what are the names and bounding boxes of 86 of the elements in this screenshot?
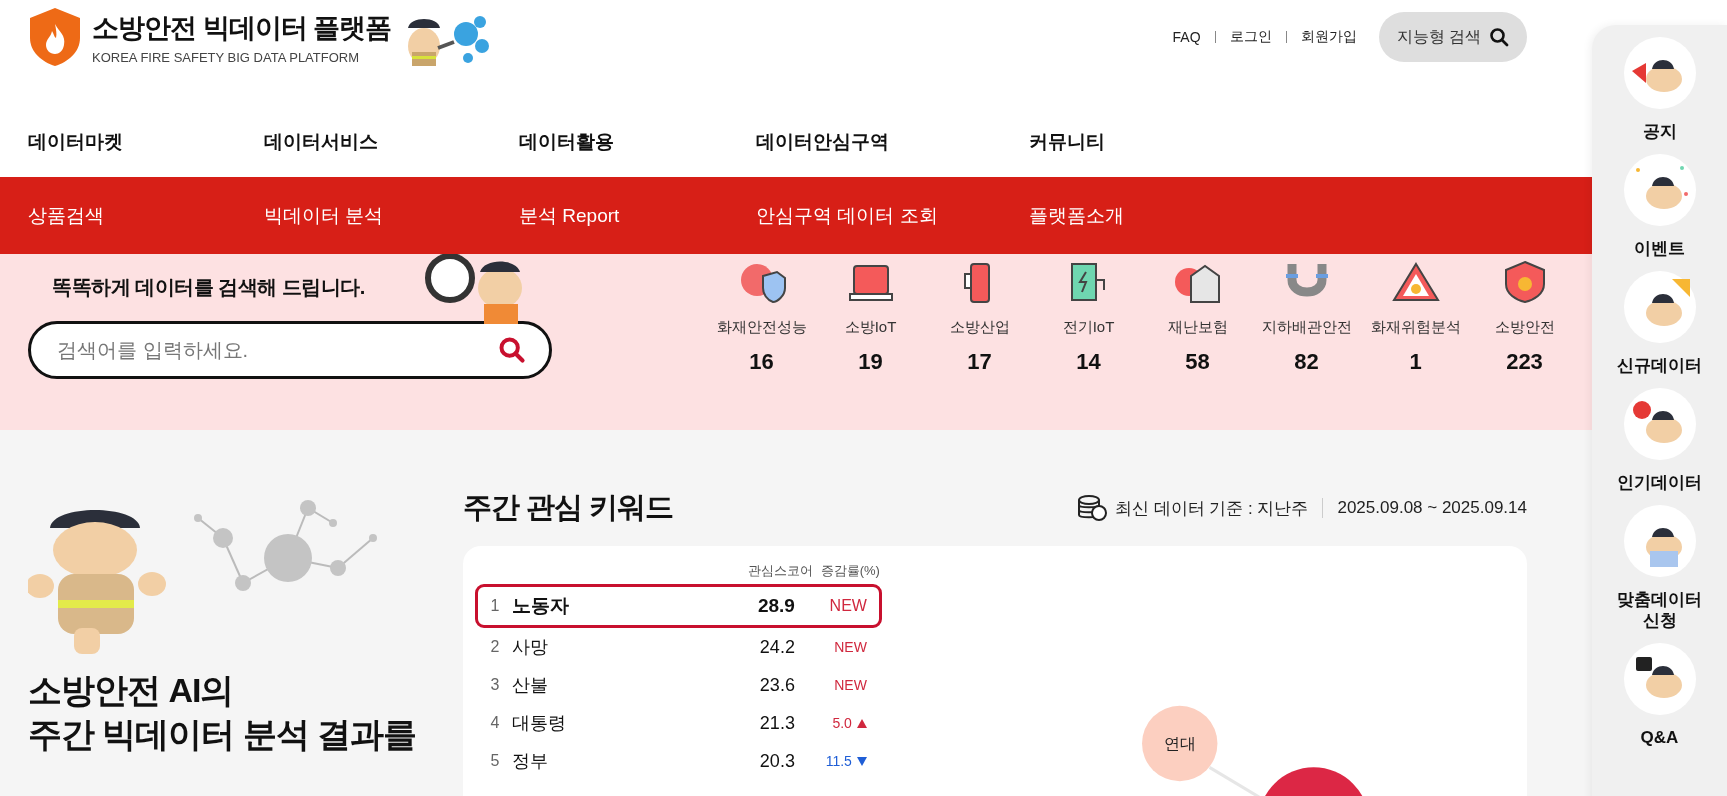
mascot-icon[interactable] xyxy=(1623,388,1696,460)
search-tagline: 똑똑하게 데이터를 검색해 드립니다. xyxy=(52,275,366,300)
category-label: 지하배관안전 xyxy=(1261,318,1352,337)
selected-keyword-row[interactable]: 1 노동자 28.9 NEW xyxy=(475,584,882,628)
category-label: 소방IoT xyxy=(844,318,897,337)
keyword-bubble[interactable] xyxy=(1141,705,1218,782)
category-label: 화재안전성능 xyxy=(716,318,807,337)
category-count: 19 xyxy=(858,349,883,375)
category-count: 1 xyxy=(1409,349,1422,375)
change-value: NEW xyxy=(834,677,867,693)
category-count: 17 xyxy=(967,349,992,375)
rank-number: 5 xyxy=(489,752,501,770)
keyword-row[interactable]: 4 대통령 21.3 5.0 xyxy=(475,704,882,742)
section-title: 주간 관심 키워드 xyxy=(463,490,674,525)
submenu-item[interactable]: 상품검색 xyxy=(28,202,264,229)
category-icon[interactable] xyxy=(1390,260,1441,304)
data-period: 2025.09.08 ~ 2025.09.14 xyxy=(1337,498,1527,518)
category-count: 82 xyxy=(1294,349,1319,375)
keyword-text: 정부 xyxy=(512,750,549,773)
category-label: 재난보험 xyxy=(1167,318,1228,337)
rank-number: 1 xyxy=(489,597,501,615)
mascot-icon[interactable] xyxy=(1623,643,1696,715)
nav-menu-item[interactable]: 데이터안심구역 xyxy=(756,128,1029,155)
promo-subtitle: 주간 빅데이터 분석 결과를 xyxy=(28,714,418,755)
quick-menu-label[interactable]: 인기데이터 xyxy=(1609,472,1710,493)
score-value: 20.3 xyxy=(758,750,795,772)
shield-flame-icon xyxy=(28,6,82,68)
submenu-item[interactable]: 안심구역 데이터 조회 xyxy=(756,202,1029,229)
category-count: 58 xyxy=(1185,349,1210,375)
mascot-icon[interactable] xyxy=(1623,37,1696,109)
search-field[interactable]: 검색어를 입력하세요. xyxy=(28,321,552,379)
column-header: 관심스코어 xyxy=(747,562,813,580)
bubble-link xyxy=(1208,766,1260,796)
quick-menu-label[interactable]: Q&A xyxy=(1609,727,1710,748)
category-label: 전기IoT xyxy=(1062,318,1115,337)
score-value: 21.3 xyxy=(758,712,795,734)
keyword-row[interactable]: 3 산불 23.6 NEW xyxy=(475,666,882,704)
nav-menu-item[interactable]: 데이터활용 xyxy=(519,128,756,155)
keyword-text: 대통령 xyxy=(512,712,567,735)
change-value: 5.0 xyxy=(832,715,852,731)
mascot-icon[interactable] xyxy=(1623,154,1696,226)
header-link[interactable]: 회원가입 xyxy=(1300,28,1357,46)
column-header: 증감률(%) xyxy=(820,562,880,580)
score-value: 28.9 xyxy=(756,595,795,617)
keyword-row[interactable]: 5 정부 20.3 11.5 xyxy=(475,742,882,780)
search-icon xyxy=(1489,27,1509,47)
quick-menu-label[interactable]: 맞춤데이터 신청 xyxy=(1609,589,1710,631)
nav-menu-item[interactable]: 데이터서비스 xyxy=(264,128,519,155)
quick-menu-label[interactable]: 공지 xyxy=(1609,121,1710,142)
logo-subtitle: KOREA FIRE SAFETY BIG DATA PLATFORM xyxy=(92,49,361,65)
category-label: 소방산업 xyxy=(949,318,1010,337)
category-count: 223 xyxy=(1506,349,1543,375)
up-triangle-icon xyxy=(856,718,867,728)
rank-number: 2 xyxy=(489,638,501,656)
keyword-text: 노동자 xyxy=(512,594,570,618)
data-basis: 최신 데이터 기준 : 지난주 xyxy=(1114,497,1309,520)
quick-menu-label[interactable]: 이벤트 xyxy=(1609,238,1710,259)
keyword-text: 산불 xyxy=(512,674,549,697)
category-label: 화재위험분석 xyxy=(1370,318,1461,337)
score-value: 24.2 xyxy=(758,636,795,658)
database-icon xyxy=(1076,495,1107,521)
promo-title: 소방안전 AI의 xyxy=(28,670,235,711)
keyword-row[interactable]: 2 사망 24.2 NEW xyxy=(475,628,882,666)
header-link[interactable]: 로그인 xyxy=(1229,28,1272,46)
score-value: 23.6 xyxy=(758,674,795,696)
header-link[interactable]: FAQ xyxy=(1172,29,1201,45)
change-value: NEW xyxy=(834,639,867,655)
mascot-icon[interactable] xyxy=(1623,271,1696,343)
category-count: 16 xyxy=(749,349,774,375)
nav-menu-item[interactable]: 데이터마켓 xyxy=(28,128,264,155)
smart-search-button[interactable]: 지능형 검색 xyxy=(1378,12,1527,62)
rank-number: 4 xyxy=(489,714,501,732)
rank-number: 3 xyxy=(489,676,501,694)
mascot-icon[interactable] xyxy=(1623,505,1696,577)
search-icon[interactable] xyxy=(498,336,526,364)
submenu-item[interactable]: 빅데이터 분석 xyxy=(264,202,519,229)
quick-menu-label[interactable]: 신규데이터 xyxy=(1609,355,1710,376)
keyword-text: 사망 xyxy=(512,636,549,659)
submenu-item[interactable]: 분석 Report xyxy=(519,202,756,229)
change-value: 11.5 xyxy=(825,753,852,769)
bubble-label: 연대 xyxy=(1163,735,1196,753)
category-count: 14 xyxy=(1076,349,1101,375)
category-label: 소방안전 xyxy=(1494,318,1555,337)
logo-title: 소방안전 빅데이터 플랫폼 xyxy=(92,11,391,45)
change-value: NEW xyxy=(829,597,867,615)
down-triangle-icon xyxy=(856,756,867,766)
